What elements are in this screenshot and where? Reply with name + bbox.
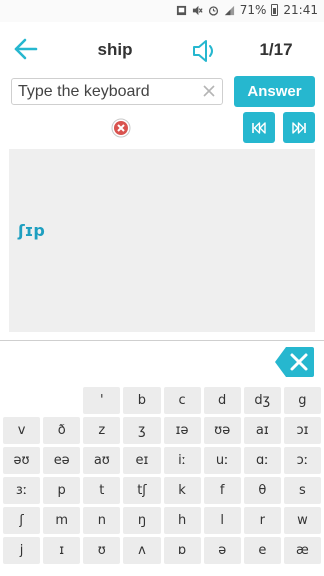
keyboard-row: ' b c d dʒ g bbox=[3, 387, 321, 414]
keyboard-key[interactable]: ɪ bbox=[43, 537, 81, 564]
battery-icon bbox=[271, 4, 279, 16]
answer-panel: ʃɪp bbox=[9, 149, 315, 332]
keyboard-key[interactable]: j bbox=[3, 537, 41, 564]
skip-next-icon bbox=[292, 121, 306, 134]
previous-word-button[interactable] bbox=[243, 112, 275, 143]
answer-input-wrapper bbox=[11, 78, 223, 105]
clear-input-icon[interactable] bbox=[202, 84, 216, 98]
keyboard-key[interactable]: ɔɪ bbox=[283, 417, 321, 444]
keyboard-key[interactable]: ʊə bbox=[203, 417, 241, 444]
keyboard-row: v ð z ʒ ɪə ʊə aɪ ɔɪ bbox=[3, 417, 321, 444]
skip-previous-icon bbox=[252, 121, 266, 134]
keyboard-key[interactable]: iː bbox=[163, 447, 201, 474]
keyboard-row: ʃmnŋhlrw bbox=[3, 507, 321, 534]
answer-button[interactable]: Answer bbox=[234, 76, 315, 107]
keyboard-key[interactable]: b bbox=[123, 387, 161, 414]
keyboard-key[interactable]: k bbox=[163, 477, 201, 504]
keyboard-key[interactable]: g bbox=[283, 387, 321, 414]
word-title: ship bbox=[97, 40, 133, 59]
status-bar: 71% 21:41 bbox=[0, 0, 324, 22]
status-icons: 71% 21:41 bbox=[176, 3, 318, 17]
keyboard-spacer bbox=[43, 387, 80, 414]
keyboard-key[interactable]: ɪə bbox=[163, 417, 201, 444]
keyboard-key[interactable]: ʃ bbox=[3, 507, 41, 534]
keyboard-spacer bbox=[3, 387, 40, 414]
keyboard-key[interactable]: ɑː bbox=[243, 447, 281, 474]
phonetic-transcription: ʃɪp bbox=[18, 221, 45, 240]
keyboard-key[interactable]: ə bbox=[203, 537, 241, 564]
keyboard-key[interactable]: ʌ bbox=[123, 537, 161, 564]
signal-icon bbox=[224, 5, 234, 15]
wrong-answer-icon bbox=[111, 118, 131, 138]
keyboard-key[interactable]: uː bbox=[203, 447, 241, 474]
keyboard-key[interactable]: ' bbox=[83, 387, 121, 414]
keyboard-key[interactable]: d bbox=[203, 387, 241, 414]
keyboard-key[interactable]: l bbox=[203, 507, 241, 534]
next-word-button[interactable] bbox=[283, 112, 315, 143]
phonetic-keyboard: ' b c d dʒ g v ð z ʒ ɪə ʊə aɪ ɔɪ əʊ eə aʊ eɪ iː uː ɑː ɔː ɜː p t t… bbox=[3, 387, 321, 567]
keyboard-key[interactable]: r bbox=[243, 507, 281, 534]
keyboard-key[interactable]: ʊ bbox=[83, 537, 121, 564]
keyboard-key[interactable]: eə bbox=[43, 447, 81, 474]
keyboard-row: jɪʊʌɒəeæ bbox=[3, 537, 321, 564]
keyboard-key[interactable]: v bbox=[3, 417, 41, 444]
keyboard-key[interactable]: ɔː bbox=[283, 447, 321, 474]
keyboard-key[interactable]: θ bbox=[243, 477, 281, 504]
keyboard-key[interactable]: f bbox=[203, 477, 241, 504]
clock: 21:41 bbox=[283, 3, 318, 17]
keyboard-key[interactable]: ɜː bbox=[3, 477, 41, 504]
keyboard-key[interactable]: ð bbox=[43, 417, 81, 444]
divider bbox=[0, 340, 324, 341]
backspace-button[interactable] bbox=[274, 346, 315, 378]
keyboard-key[interactable]: e bbox=[243, 537, 281, 564]
mute-icon bbox=[192, 5, 203, 15]
alarm-icon bbox=[208, 5, 218, 16]
keyboard-key[interactable]: əʊ bbox=[3, 447, 41, 474]
keyboard-key[interactable]: h bbox=[163, 507, 201, 534]
answer-input[interactable] bbox=[12, 79, 192, 104]
keyboard-row: əʊ eə aʊ eɪ iː uː ɑː ɔː bbox=[3, 447, 321, 474]
keyboard-key[interactable]: dʒ bbox=[243, 387, 281, 414]
keyboard-key[interactable]: w bbox=[283, 507, 321, 534]
progress-counter: 1/17 bbox=[259, 40, 293, 59]
keyboard-key[interactable]: æ bbox=[283, 537, 321, 564]
keyboard-key[interactable]: aʊ bbox=[83, 447, 121, 474]
keyboard-key[interactable]: ŋ bbox=[123, 507, 161, 534]
keyboard-key[interactable]: m bbox=[43, 507, 81, 534]
keyboard-row: ɜː p t tʃ k f θ s bbox=[3, 477, 321, 504]
keyboard-key[interactable]: ɒ bbox=[163, 537, 201, 564]
backspace-icon bbox=[275, 347, 314, 377]
battery-percent: 71% bbox=[239, 3, 267, 17]
keyboard-key[interactable]: tʃ bbox=[123, 477, 161, 504]
keyboard-key[interactable]: aɪ bbox=[243, 417, 281, 444]
keyboard-key[interactable]: t bbox=[83, 477, 121, 504]
keyboard-key[interactable]: eɪ bbox=[123, 447, 161, 474]
keyboard-key[interactable]: s bbox=[283, 477, 321, 504]
keyboard-key[interactable]: p bbox=[43, 477, 81, 504]
keyboard-key[interactable]: z bbox=[83, 417, 121, 444]
speaker-icon[interactable] bbox=[190, 36, 220, 66]
keyboard-key[interactable]: c bbox=[163, 387, 201, 414]
screenshot-icon bbox=[176, 5, 186, 15]
back-arrow-icon[interactable] bbox=[12, 36, 40, 62]
keyboard-key[interactable]: ʒ bbox=[123, 417, 161, 444]
keyboard-key[interactable]: n bbox=[83, 507, 121, 534]
